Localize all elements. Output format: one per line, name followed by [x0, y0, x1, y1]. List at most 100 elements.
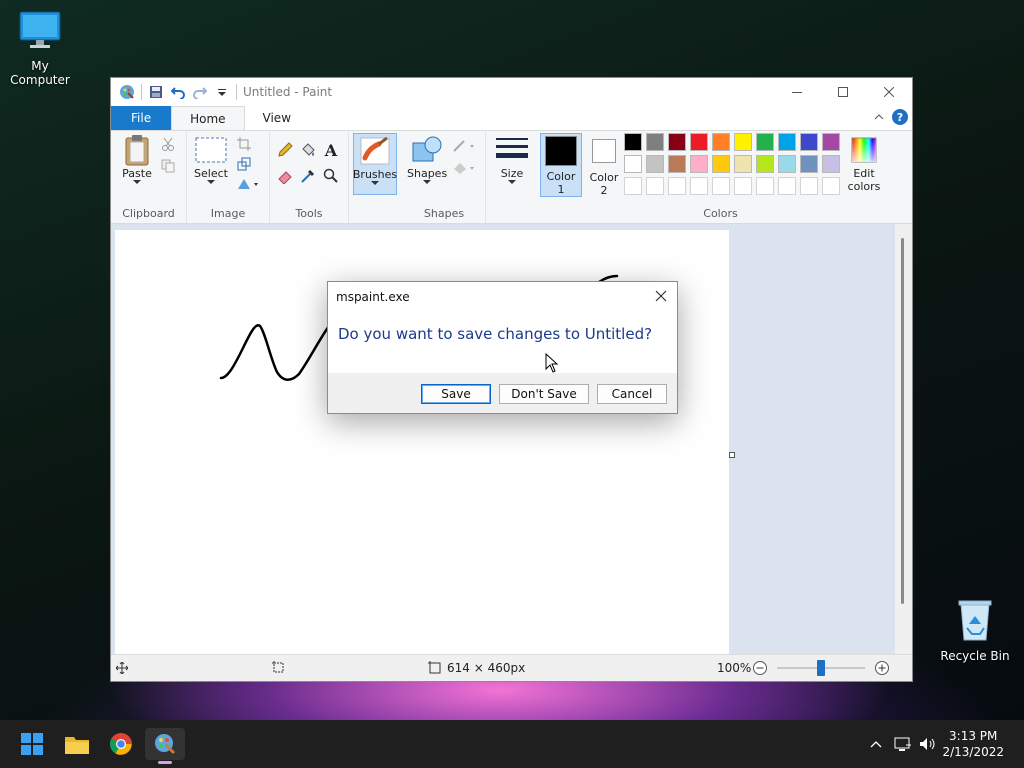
- color-swatch[interactable]: [646, 177, 664, 195]
- chevron-down-icon: [133, 180, 141, 184]
- color-swatch[interactable]: [712, 155, 730, 173]
- color-swatch[interactable]: [646, 133, 664, 151]
- tools-group-label: Tools: [295, 207, 323, 220]
- cancel-button[interactable]: Cancel: [597, 384, 667, 404]
- color-swatch[interactable]: [800, 133, 818, 151]
- size-button[interactable]: Size: [494, 133, 530, 185]
- collapse-ribbon-icon[interactable]: [872, 110, 886, 124]
- color-swatch[interactable]: [800, 177, 818, 195]
- resize-handle[interactable]: [729, 452, 735, 458]
- color-swatch[interactable]: [668, 177, 686, 195]
- color2-button[interactable]: Color 2: [584, 133, 624, 197]
- color-swatch[interactable]: [712, 177, 730, 195]
- magnifier-icon[interactable]: [322, 167, 340, 185]
- color2-label: Color: [589, 171, 619, 184]
- text-icon[interactable]: A: [322, 141, 340, 160]
- color-picker-icon[interactable]: [299, 167, 317, 185]
- show-hidden-icons-icon[interactable]: [866, 734, 886, 754]
- color-swatch[interactable]: [624, 155, 642, 173]
- color-swatch[interactable]: [734, 133, 752, 151]
- paste-button[interactable]: Paste: [119, 133, 155, 185]
- help-icon[interactable]: ?: [892, 109, 908, 125]
- fill-shape-icon[interactable]: [451, 159, 477, 177]
- color-swatch[interactable]: [822, 133, 840, 151]
- color-swatch[interactable]: [690, 133, 708, 151]
- chrome-taskbar-icon[interactable]: [101, 728, 141, 760]
- zoom-out-button[interactable]: [752, 660, 768, 676]
- network-icon[interactable]: [893, 734, 913, 754]
- maximize-button[interactable]: [820, 78, 866, 106]
- system-clock[interactable]: 3:13 PM 2/13/2022: [942, 728, 1004, 760]
- close-icon[interactable]: [653, 288, 669, 304]
- pencil-icon[interactable]: [276, 141, 294, 159]
- save-icon[interactable]: [148, 84, 164, 100]
- scrollbar-thumb[interactable]: [901, 238, 904, 604]
- customize-toolbar-icon[interactable]: [214, 84, 230, 100]
- recycle-bin-label: Recycle Bin: [940, 649, 1010, 663]
- save-button[interactable]: Save: [421, 384, 491, 404]
- start-button[interactable]: [12, 728, 52, 760]
- select-button[interactable]: Select: [193, 133, 229, 185]
- eraser-icon[interactable]: [276, 167, 294, 185]
- minimize-button[interactable]: [774, 78, 820, 106]
- paint-taskbar-icon[interactable]: [145, 728, 185, 764]
- my-computer-icon[interactable]: My Computer: [0, 10, 80, 87]
- redo-icon[interactable]: [192, 84, 208, 100]
- rotate-icon[interactable]: [235, 175, 261, 193]
- color-swatch[interactable]: [822, 155, 840, 173]
- zoom-in-button[interactable]: [874, 660, 890, 676]
- brush-icon: [357, 134, 393, 168]
- color-swatch[interactable]: [624, 177, 642, 195]
- paste-label: Paste: [122, 167, 152, 180]
- window-title: Untitled - Paint: [243, 85, 333, 99]
- quick-access-toolbar: [111, 84, 237, 100]
- color-swatch[interactable]: [712, 133, 730, 151]
- color-swatch[interactable]: [668, 155, 686, 173]
- paint-app-icon[interactable]: [119, 84, 135, 100]
- zoom-slider-thumb[interactable]: [817, 660, 825, 676]
- color-swatch[interactable]: [734, 155, 752, 173]
- color-swatch[interactable]: [756, 155, 774, 173]
- resize-icon[interactable]: [235, 155, 253, 173]
- save-changes-dialog: mspaint.exe Do you want to save changes …: [327, 281, 678, 414]
- color-swatch[interactable]: [690, 177, 708, 195]
- color-swatch[interactable]: [778, 155, 796, 173]
- monitor-icon: [19, 11, 61, 48]
- fill-icon[interactable]: [299, 141, 317, 159]
- file-explorer-taskbar-icon[interactable]: [57, 728, 97, 760]
- recycle-bin-icon[interactable]: Recycle Bin: [935, 598, 1015, 663]
- outline-icon[interactable]: [451, 137, 477, 155]
- clipboard-group: Paste Clipboard: [111, 131, 187, 223]
- color-swatch[interactable]: [756, 133, 774, 151]
- separator: [141, 84, 142, 100]
- separator: [236, 84, 237, 100]
- color-swatch[interactable]: [646, 155, 664, 173]
- crop-icon[interactable]: [235, 135, 253, 153]
- color-swatch[interactable]: [690, 155, 708, 173]
- color-swatch[interactable]: [778, 177, 796, 195]
- clock-time: 3:13 PM: [949, 729, 998, 743]
- color1-button[interactable]: Color 1: [540, 133, 582, 197]
- cut-icon[interactable]: [159, 135, 177, 153]
- copy-icon[interactable]: [159, 157, 177, 175]
- shapes-button[interactable]: Shapes: [407, 133, 447, 185]
- vertical-scrollbar[interactable]: [895, 224, 912, 656]
- close-button[interactable]: [866, 78, 912, 106]
- tab-home[interactable]: Home: [171, 106, 245, 130]
- color-swatch[interactable]: [624, 133, 642, 151]
- color-swatch[interactable]: [668, 133, 686, 151]
- edit-colors-button[interactable]: Edit colors: [846, 133, 882, 193]
- color-swatch[interactable]: [734, 177, 752, 195]
- color-swatch[interactable]: [822, 177, 840, 195]
- tab-file[interactable]: File: [111, 106, 172, 130]
- tab-view[interactable]: View: [245, 106, 309, 130]
- dont-save-button[interactable]: Don't Save: [499, 384, 589, 404]
- undo-icon[interactable]: [170, 84, 186, 100]
- volume-icon[interactable]: [918, 734, 938, 754]
- color-swatch[interactable]: [800, 155, 818, 173]
- color-swatch[interactable]: [778, 133, 796, 151]
- brushes-button[interactable]: Brushes: [353, 133, 397, 195]
- zoom-slider[interactable]: [777, 660, 865, 676]
- size-label: Size: [500, 167, 524, 180]
- color-swatch[interactable]: [756, 177, 774, 195]
